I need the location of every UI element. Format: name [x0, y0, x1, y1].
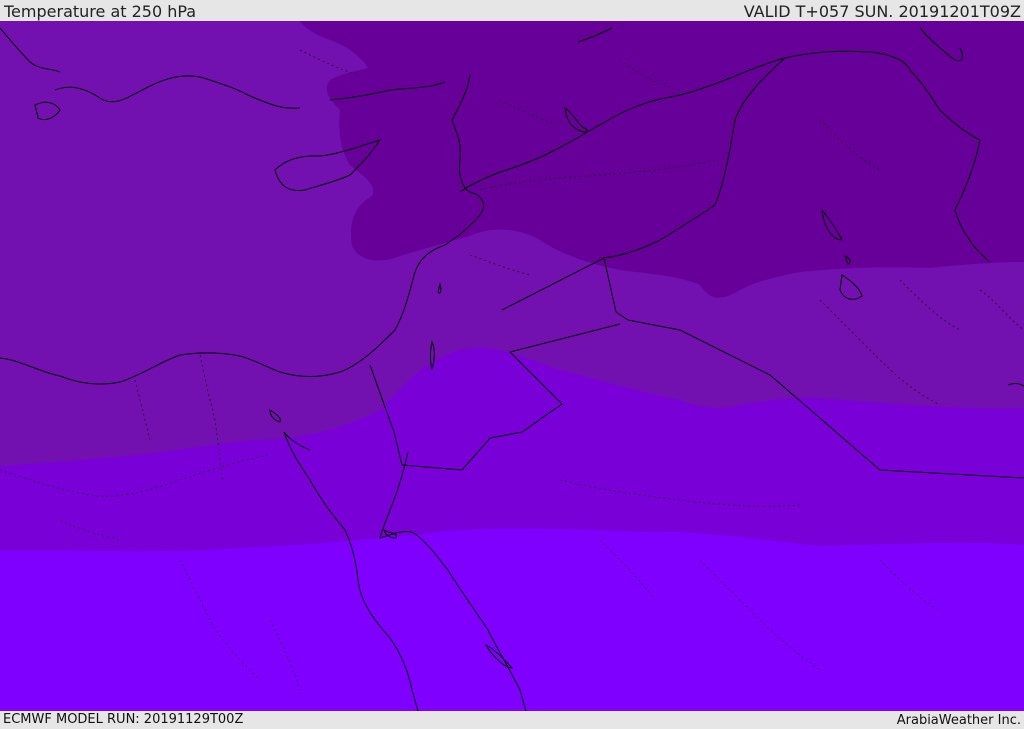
map-footer: ECMWF MODEL RUN: 20191129T00Z ArabiaWeat… [0, 711, 1024, 729]
valid-time-label: VALID T+057 SUN. 20191201T09Z [743, 2, 1021, 21]
map-title: Temperature at 250 hPa [4, 2, 197, 21]
credit-label: ArabiaWeather Inc. [896, 713, 1021, 728]
map-header: Temperature at 250 hPa VALID T+057 SUN. … [0, 0, 1024, 21]
model-run-label: ECMWF MODEL RUN: 20191129T00Z [3, 712, 244, 727]
temperature-map[interactable] [0, 21, 1024, 711]
